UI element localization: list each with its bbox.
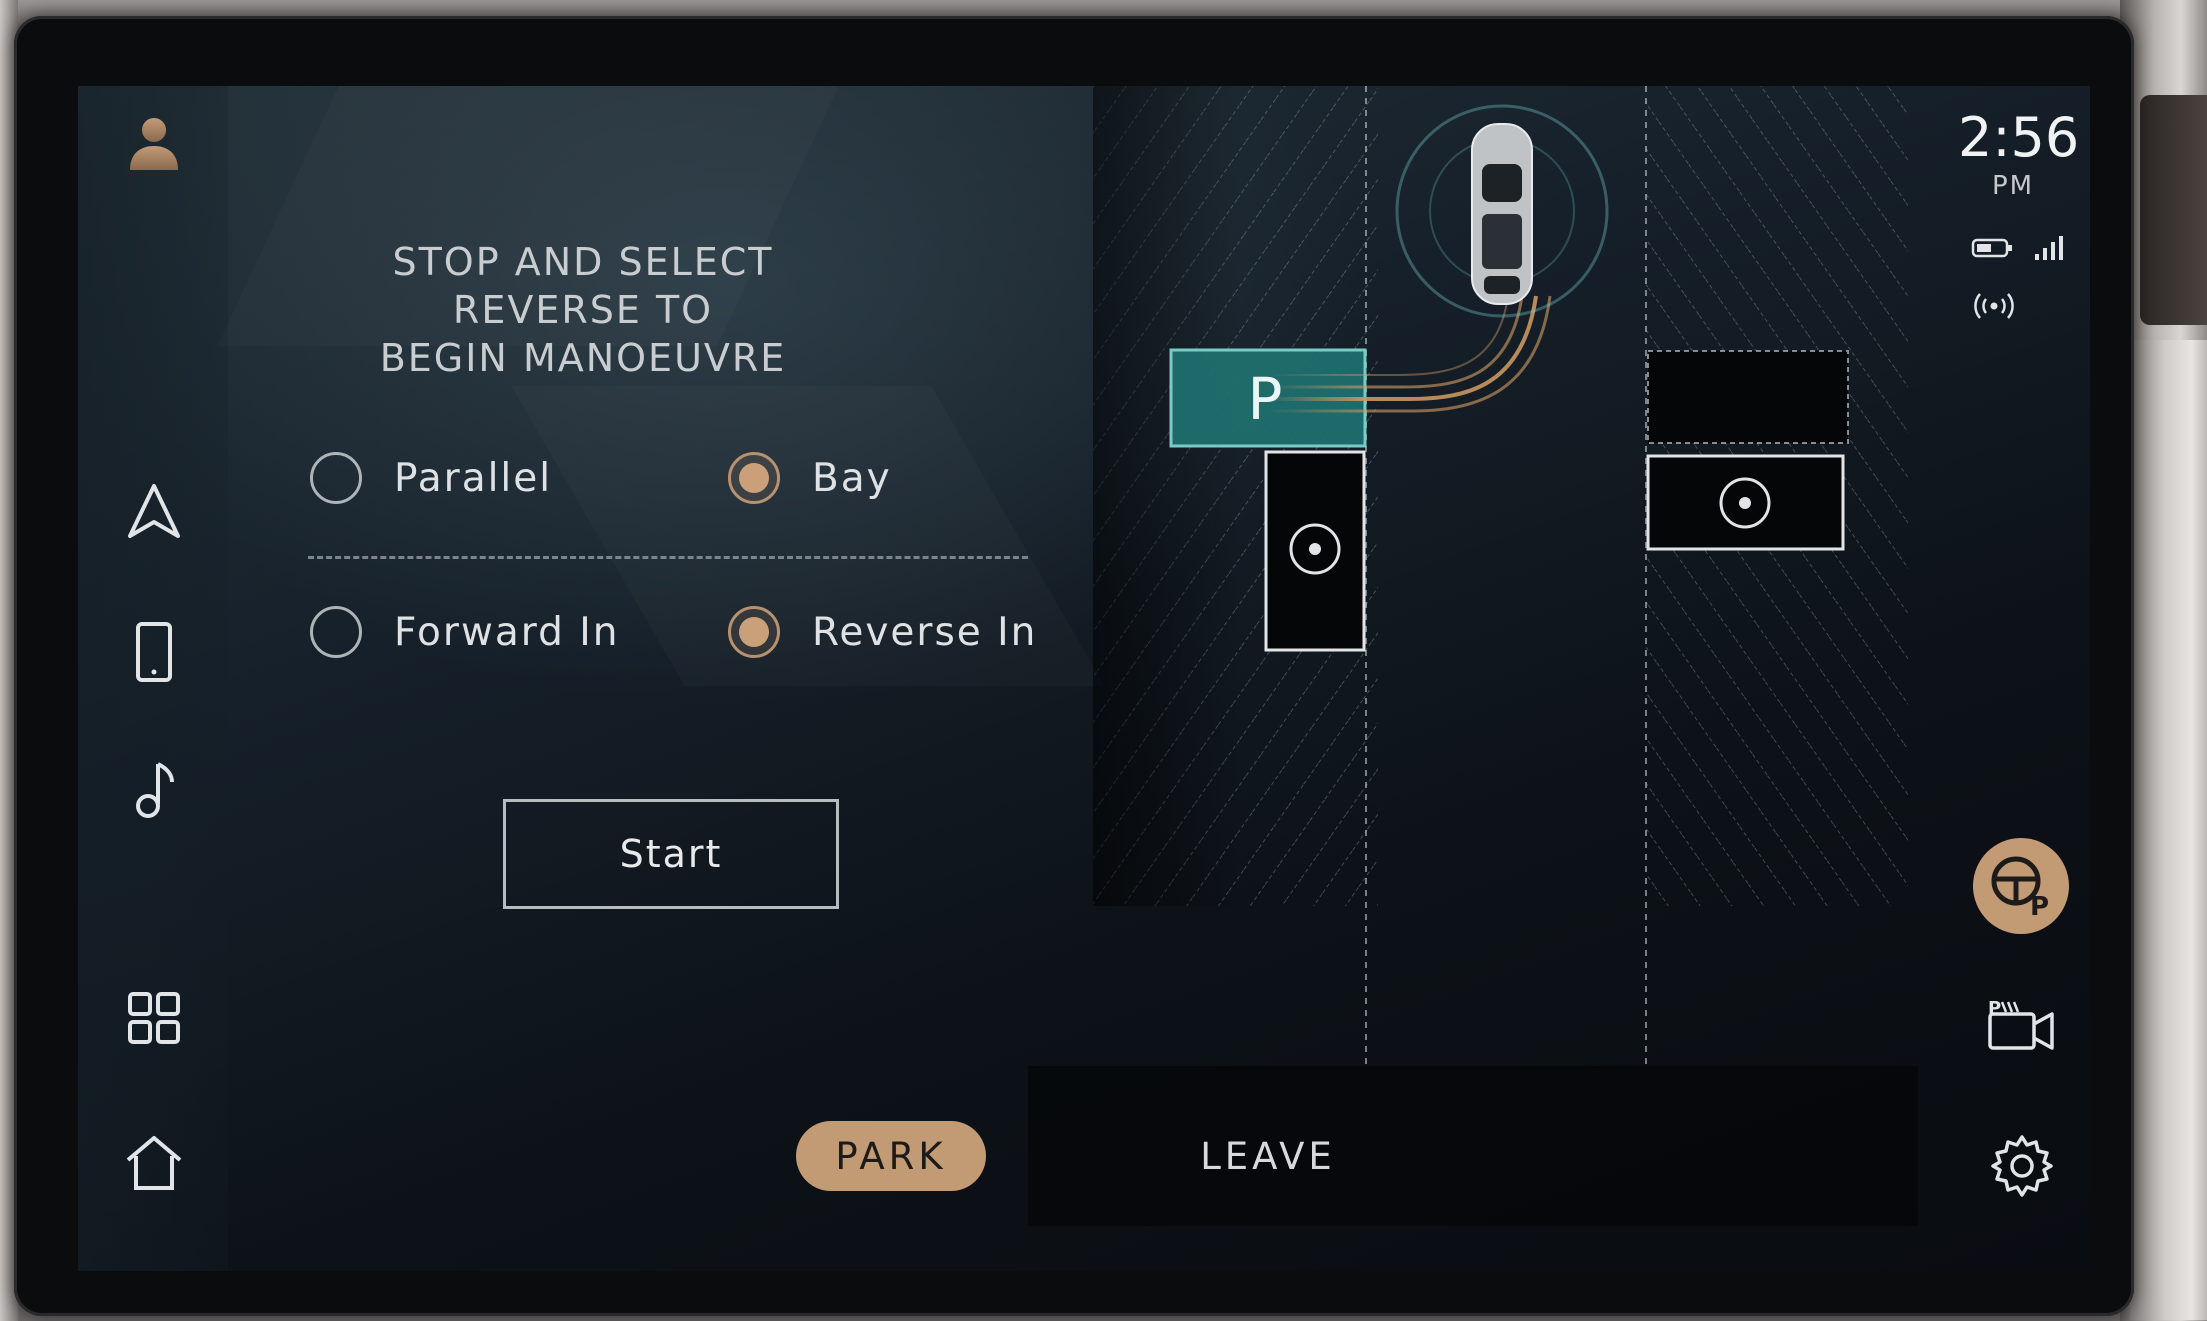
wireless-icon [1974, 293, 2014, 319]
settings-icon [1991, 1135, 2053, 1197]
signal-icon [2035, 236, 2063, 260]
empty-bay-right [1647, 350, 1849, 444]
settings-button[interactable] [1982, 1126, 2062, 1206]
clock-ampm: PM [1991, 171, 2035, 201]
tabbar-background [1028, 1066, 1918, 1226]
svg-text:P: P [2030, 892, 2049, 921]
parking-camera-icon: P [1988, 998, 2054, 1050]
park-tab[interactable]: PARK [796, 1121, 986, 1191]
device-bezel: STOP AND SELECT REVERSE TO BEGIN MANOEUV… [14, 16, 2134, 1316]
hatch-fade [1093, 86, 1243, 906]
screen: STOP AND SELECT REVERSE TO BEGIN MANOEUV… [78, 86, 2090, 1271]
bay-sensor-dot [1739, 497, 1751, 509]
park-assist-icon: P [1991, 856, 2049, 921]
svg-text:P: P [1988, 998, 2001, 1019]
clock-time: 2:56 [1958, 106, 2080, 169]
leave-tab[interactable]: LEAVE [1168, 1126, 1368, 1186]
target-bay-label: P [1247, 365, 1283, 433]
background-right-trim [2130, 340, 2207, 1320]
vehicle-icon [1471, 123, 1533, 305]
parking-camera-button[interactable]: P [1982, 986, 2062, 1066]
battery-icon [1971, 238, 2012, 258]
park-assist-button[interactable]: P [1973, 838, 2069, 934]
bay-sensor-dot [1309, 543, 1321, 555]
background-right-panel [2140, 95, 2207, 325]
